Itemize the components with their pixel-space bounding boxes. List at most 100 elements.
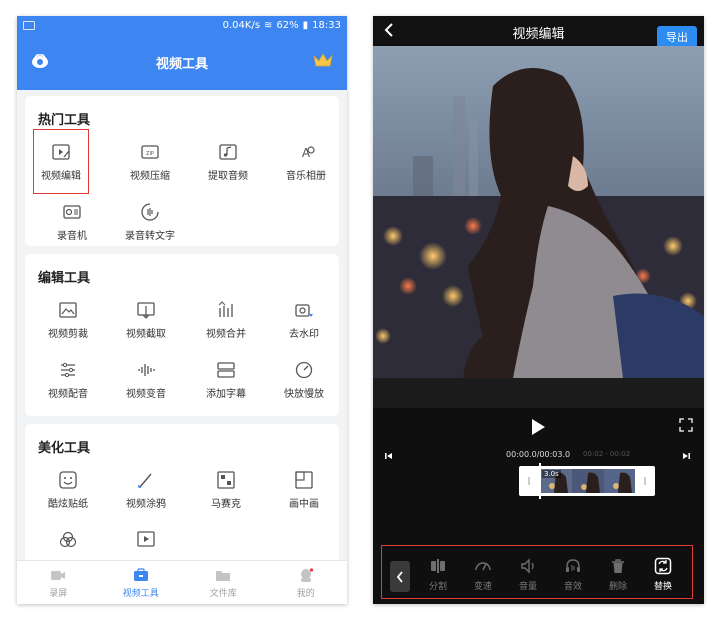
svg-text:ZIP: ZIP xyxy=(146,151,154,157)
toolbar-back-button[interactable] xyxy=(390,561,410,592)
speech-to-text-icon xyxy=(141,203,159,221)
mosaic-icon xyxy=(217,471,235,489)
playhead[interactable] xyxy=(539,463,541,499)
video-letterbox xyxy=(373,378,704,408)
volume-icon xyxy=(521,558,534,574)
tool-sound-effect[interactable]: 音效 xyxy=(551,557,595,592)
tool-voice-change[interactable]: 视频变音 xyxy=(107,360,185,400)
status-bar: 0.04K/s ≋ 62% ▮ 18:33 xyxy=(17,16,347,34)
section-title-edit-tools: 编辑工具 xyxy=(38,271,91,286)
tool-sticker[interactable]: 酷炫贴纸 xyxy=(29,470,107,510)
recorder-icon xyxy=(63,205,81,219)
export-button[interactable]: 导出 xyxy=(657,26,697,48)
extract-audio-icon xyxy=(219,144,237,160)
doodle-icon xyxy=(138,473,152,488)
split-icon xyxy=(431,559,445,573)
video-edit-screen: 视频编辑 导出 00:00.0/00:03.0 00:02 · 00:02 3.… xyxy=(373,16,704,604)
video-dub-icon xyxy=(61,362,75,378)
music-album-icon: A xyxy=(302,146,315,160)
clock: 18:33 xyxy=(312,19,341,31)
tool-recorder[interactable]: 录音机 xyxy=(33,202,111,242)
playback-time: 00:00.0/00:03.0 xyxy=(506,450,571,459)
video-preview xyxy=(373,46,704,378)
skip-start-icon[interactable] xyxy=(385,452,393,460)
screen-record-icon xyxy=(51,571,66,580)
toolbox-icon xyxy=(133,568,148,581)
remove-watermark-icon xyxy=(295,304,313,317)
tool-music-album[interactable]: A 音乐相册 xyxy=(267,142,345,182)
section-title-hot-tools: 热门工具 xyxy=(38,113,91,128)
timeline-track[interactable]: 3.0s xyxy=(519,463,655,499)
speed-icon xyxy=(295,361,313,379)
video-play-icon xyxy=(137,531,155,547)
tool-mosaic[interactable]: 马赛克 xyxy=(187,470,265,510)
app-logo-icon xyxy=(32,54,48,68)
video-merge-icon xyxy=(218,301,233,317)
trim-handle-right[interactable] xyxy=(644,477,646,485)
tool-speed-change[interactable]: 变速 xyxy=(461,557,505,592)
video-trim-icon xyxy=(137,302,155,319)
tool-extract-audio[interactable]: 提取音频 xyxy=(189,142,267,182)
editor-header: 视频编辑 xyxy=(373,16,704,44)
sound-effect-icon xyxy=(566,559,580,572)
tool-replace[interactable]: 替换 xyxy=(641,557,685,592)
skip-end-icon[interactable] xyxy=(682,452,690,460)
nav-file-library[interactable]: 文件库 xyxy=(182,561,265,604)
video-compress-icon: ZIP xyxy=(141,145,159,159)
speedometer-icon xyxy=(475,562,491,571)
tool-doodle[interactable]: 视频涂鸦 xyxy=(107,470,185,510)
vip-crown-icon[interactable] xyxy=(313,52,333,68)
network-speed: 0.04K/s xyxy=(222,19,261,31)
tool-remove-watermark[interactable]: 去水印 xyxy=(265,300,343,340)
tool-video-compress[interactable]: ZIP 视频压缩 xyxy=(111,142,189,182)
nav-screen-record[interactable]: 录屏 xyxy=(17,561,100,604)
tool-split[interactable]: 分割 xyxy=(416,557,460,592)
timeline-marks: 00:02 · 00:02 xyxy=(583,450,631,458)
signal-icon: ≋ xyxy=(264,19,273,31)
tool-volume[interactable]: 音量 xyxy=(506,557,550,592)
tool-video-merge[interactable]: 视频合并 xyxy=(187,300,265,340)
page-title: 视频工具 xyxy=(155,56,208,72)
fullscreen-icon[interactable] xyxy=(679,418,693,432)
tool-video-play[interactable] xyxy=(107,530,185,550)
beautify-tools-card: 美化工具 酷炫贴纸 视频涂鸦 马赛克 画中画 xyxy=(25,424,339,574)
tool-video-crop[interactable]: 视频剪裁 xyxy=(29,300,107,340)
hot-tools-card: 热门工具 视频编辑 ZIP 视频压缩 提取音频 A 音乐相册 录音机 录音转文字 xyxy=(25,96,339,246)
folder-icon xyxy=(216,571,231,581)
editor-title: 视频编辑 xyxy=(512,27,565,42)
tool-video-dub[interactable]: 视频配音 xyxy=(29,360,107,400)
nav-video-tools[interactable]: 视频工具 xyxy=(100,561,183,604)
tool-delete[interactable]: 删除 xyxy=(596,557,640,592)
trash-icon xyxy=(612,559,624,573)
play-icon[interactable] xyxy=(530,418,546,436)
bottom-nav: 录屏 视频工具 文件库 我的 xyxy=(17,560,347,604)
tool-video-edit[interactable]: 视频编辑 xyxy=(33,129,89,194)
edit-toolbar: 分割 变速 音量 音效 删除 替换 xyxy=(381,545,693,599)
battery-level: 62% xyxy=(276,19,299,31)
tool-video-trim[interactable]: 视频截取 xyxy=(107,300,185,340)
pip-icon xyxy=(295,471,313,489)
chevron-left-icon xyxy=(396,570,403,583)
subtitle-icon xyxy=(217,362,235,378)
app-header: 视频工具 xyxy=(17,34,347,90)
section-title-beautify-tools: 美化工具 xyxy=(38,441,91,456)
clip-duration-label: 3.0s xyxy=(542,470,561,478)
tool-filter[interactable] xyxy=(29,530,107,550)
video-edit-icon xyxy=(52,144,70,160)
voice-change-icon xyxy=(138,364,155,376)
notification-icon xyxy=(23,20,35,30)
trim-handle-left[interactable] xyxy=(528,477,530,485)
replace-icon xyxy=(654,557,672,575)
video-crop-icon xyxy=(59,302,77,318)
tool-speed[interactable]: 快放慢放 xyxy=(265,360,343,400)
edit-tools-card: 编辑工具 视频剪裁 视频截取 视频合并 去水印 视频配音 视频变音 添加字幕 快… xyxy=(25,254,339,416)
filter-icon xyxy=(59,531,77,548)
profile-icon xyxy=(300,568,313,582)
tool-speech-to-text[interactable]: 录音转文字 xyxy=(111,202,189,242)
nav-profile[interactable]: 我的 xyxy=(265,561,348,604)
tools-screen: 0.04K/s ≋ 62% ▮ 18:33 视频工具 热门工具 视频编辑 ZIP… xyxy=(17,16,347,604)
tool-pip[interactable]: 画中画 xyxy=(265,470,343,510)
sticker-icon xyxy=(59,471,77,489)
tool-add-subtitle[interactable]: 添加字幕 xyxy=(187,360,265,400)
battery-icon: ▮ xyxy=(302,19,309,31)
